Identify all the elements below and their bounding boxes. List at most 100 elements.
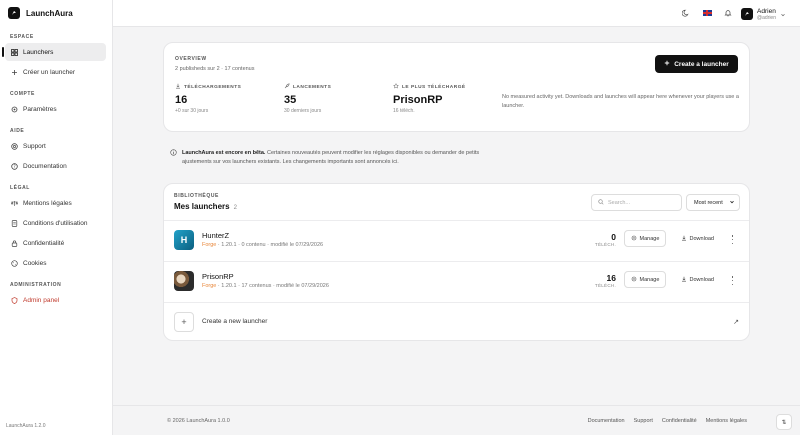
stat-downloads: TÉLÉCHARGEMENTS 16 +0 sur 30 jours [175, 83, 241, 114]
stat-label: LE PLUS TÉLÉCHARGÉ [402, 84, 466, 90]
sidebar-item-launchers[interactable]: Launchers [2, 43, 106, 61]
launcher-downloads: 16 TÉLÉCH. [594, 273, 616, 288]
sidebar-item-label: Launchers [23, 48, 54, 56]
library-label: BIBLIOTHÈQUE [174, 193, 219, 199]
library-title: Mes launchers 2 [174, 202, 237, 211]
footer-link-mentions-legales[interactable]: Mentions légales [706, 418, 747, 424]
sidebar-item-support[interactable]: Support [5, 137, 106, 155]
section-label-aide: Aide [10, 128, 25, 134]
download-button[interactable]: Download [681, 230, 714, 247]
launcher-row-prisonrp[interactable]: PrisonRP Forge · 1.20.1 · 17 contenus · … [164, 261, 749, 301]
launcher-downloads: 0 TÉLÉCH. [594, 232, 616, 247]
lock-icon [11, 240, 18, 247]
sidebar-item-parametres[interactable]: Paramètres [5, 100, 106, 118]
chevron-down-icon [729, 199, 735, 207]
footer-link-support[interactable]: Support [634, 418, 653, 424]
question-icon: ? [11, 162, 18, 170]
uk-flag-icon [702, 10, 712, 16]
user-handle: @adrien [757, 14, 776, 21]
beta-title: LaunchAura est encore en bêta. [182, 150, 266, 156]
create-launcher-label: Create a launcher [674, 60, 729, 68]
star-icon [392, 82, 400, 91]
chevron-down-icon [780, 5, 786, 23]
sidebar-item-documentation[interactable]: ? Documentation [5, 157, 106, 175]
search-icon [598, 198, 604, 207]
rocket-icon [284, 83, 290, 91]
notifications-button[interactable] [720, 5, 736, 21]
library-card: BIBLIOTHÈQUE Mes launchers 2 Search... M… [163, 183, 750, 341]
sort-select[interactable]: Most recent [686, 194, 740, 211]
footer-links: Documentation Support Confidentialité Me… [588, 418, 747, 424]
help-circle-icon [11, 142, 18, 150]
gear-icon [631, 235, 637, 243]
stat-label: LANCEMENTS [293, 84, 332, 90]
search-input[interactable]: Search... [591, 194, 682, 211]
gear-icon [11, 106, 18, 113]
stat-launches: LANCEMENTS 35 30 derniers jours [284, 83, 331, 114]
more-options-icon[interactable] [730, 276, 735, 285]
sidebar-item-label: Créer un launcher [23, 68, 76, 76]
avatar [741, 8, 754, 20]
grid-icon [11, 48, 18, 56]
overview-subtitle: 2 publisheds sur 2 · 17 contenus [175, 66, 255, 72]
brand[interactable]: LaunchAura [8, 7, 73, 19]
sidebar-item-conditions[interactable]: Conditions d'utilisation [5, 214, 106, 232]
launcher-meta: Forge · 1.20.1 · 0 contenu · modifié le … [202, 242, 324, 248]
copyright: © 2026 LaunchAura 1.0.0 [167, 418, 230, 424]
manage-button[interactable]: Manage [624, 271, 666, 288]
footer: © 2026 LaunchAura 1.0.0 Documentation Su… [113, 405, 800, 435]
cookie-icon [11, 259, 18, 267]
moon-icon [681, 4, 690, 22]
sidebar-item-label: Mentions légales [23, 199, 72, 207]
sidebar-item-label: Documentation [23, 162, 67, 170]
stat-label: TÉLÉCHARGEMENTS [184, 84, 242, 90]
plus-icon [11, 69, 18, 76]
section-label-administration: Administration [10, 282, 62, 288]
sidebar-item-cookies[interactable]: Cookies [5, 254, 106, 272]
section-label-legal: Légal [10, 185, 30, 191]
language-button[interactable] [699, 5, 715, 21]
sidebar-item-confidentialite[interactable]: Confidentialité [5, 234, 106, 252]
brand-name: LaunchAura [26, 8, 73, 18]
launcher-row-hunterz[interactable]: H HunterZ Forge · 1.20.1 · 0 contenu · m… [164, 220, 749, 260]
beta-notice: LaunchAura est encore en bêta. Certaines… [170, 149, 500, 166]
manage-button[interactable]: Manage [624, 230, 666, 247]
swap-icon[interactable]: ⇅ [776, 414, 792, 430]
sidebar-item-label: Cookies [23, 259, 47, 267]
sidebar-item-create-launcher[interactable]: Créer un launcher [5, 63, 106, 81]
footer-link-confidentialite[interactable]: Confidentialité [662, 418, 697, 424]
shield-icon [11, 296, 18, 304]
gear-icon [631, 276, 637, 284]
sidebar-item-label: Confidentialité [23, 239, 65, 247]
section-label-compte: Compte [10, 91, 35, 97]
create-launcher-button[interactable]: Create a launcher [655, 55, 738, 73]
more-options-icon[interactable] [730, 235, 735, 244]
arrow-up-right-icon: ↗ [733, 319, 739, 326]
stat-value: 35 [284, 94, 297, 106]
launcher-meta: Forge · 1.20.1 · 17 contenus · modifié l… [202, 283, 329, 289]
svg-text:?: ? [13, 164, 15, 169]
sidebar: LaunchAura Espace Launchers Créer un lau… [0, 0, 113, 435]
create-new-launcher-label: Create a new launcher [202, 318, 268, 325]
launcher-name: PrisonRP [202, 272, 234, 281]
stat-value: PrisonRP [393, 94, 443, 106]
top-bar: Adrien @adrien [113, 0, 800, 27]
footer-link-documentation[interactable]: Documentation [588, 418, 625, 424]
sidebar-item-mentions-legales[interactable]: Mentions légales [5, 194, 106, 212]
library-count: 2 [233, 205, 237, 211]
launcher-thumbnail: H [174, 230, 194, 250]
download-button[interactable]: Download [681, 271, 714, 288]
theme-toggle-button[interactable] [678, 5, 694, 21]
download-icon [681, 235, 687, 243]
search-placeholder: Search... [608, 199, 631, 206]
create-new-launcher-row[interactable]: + Create a new launcher ↗ [164, 305, 749, 341]
scale-icon [11, 200, 18, 207]
sort-selected: Most recent [694, 199, 723, 206]
user-menu[interactable]: Adrien @adrien [741, 5, 786, 23]
sidebar-item-label: Support [23, 142, 46, 150]
user-name: Adrien [757, 7, 776, 15]
launcher-name: HunterZ [202, 231, 230, 240]
sidebar-item-admin-panel[interactable]: Admin panel [5, 291, 106, 309]
plus-icon [664, 60, 670, 68]
sidebar-item-label: Admin panel [23, 296, 60, 304]
